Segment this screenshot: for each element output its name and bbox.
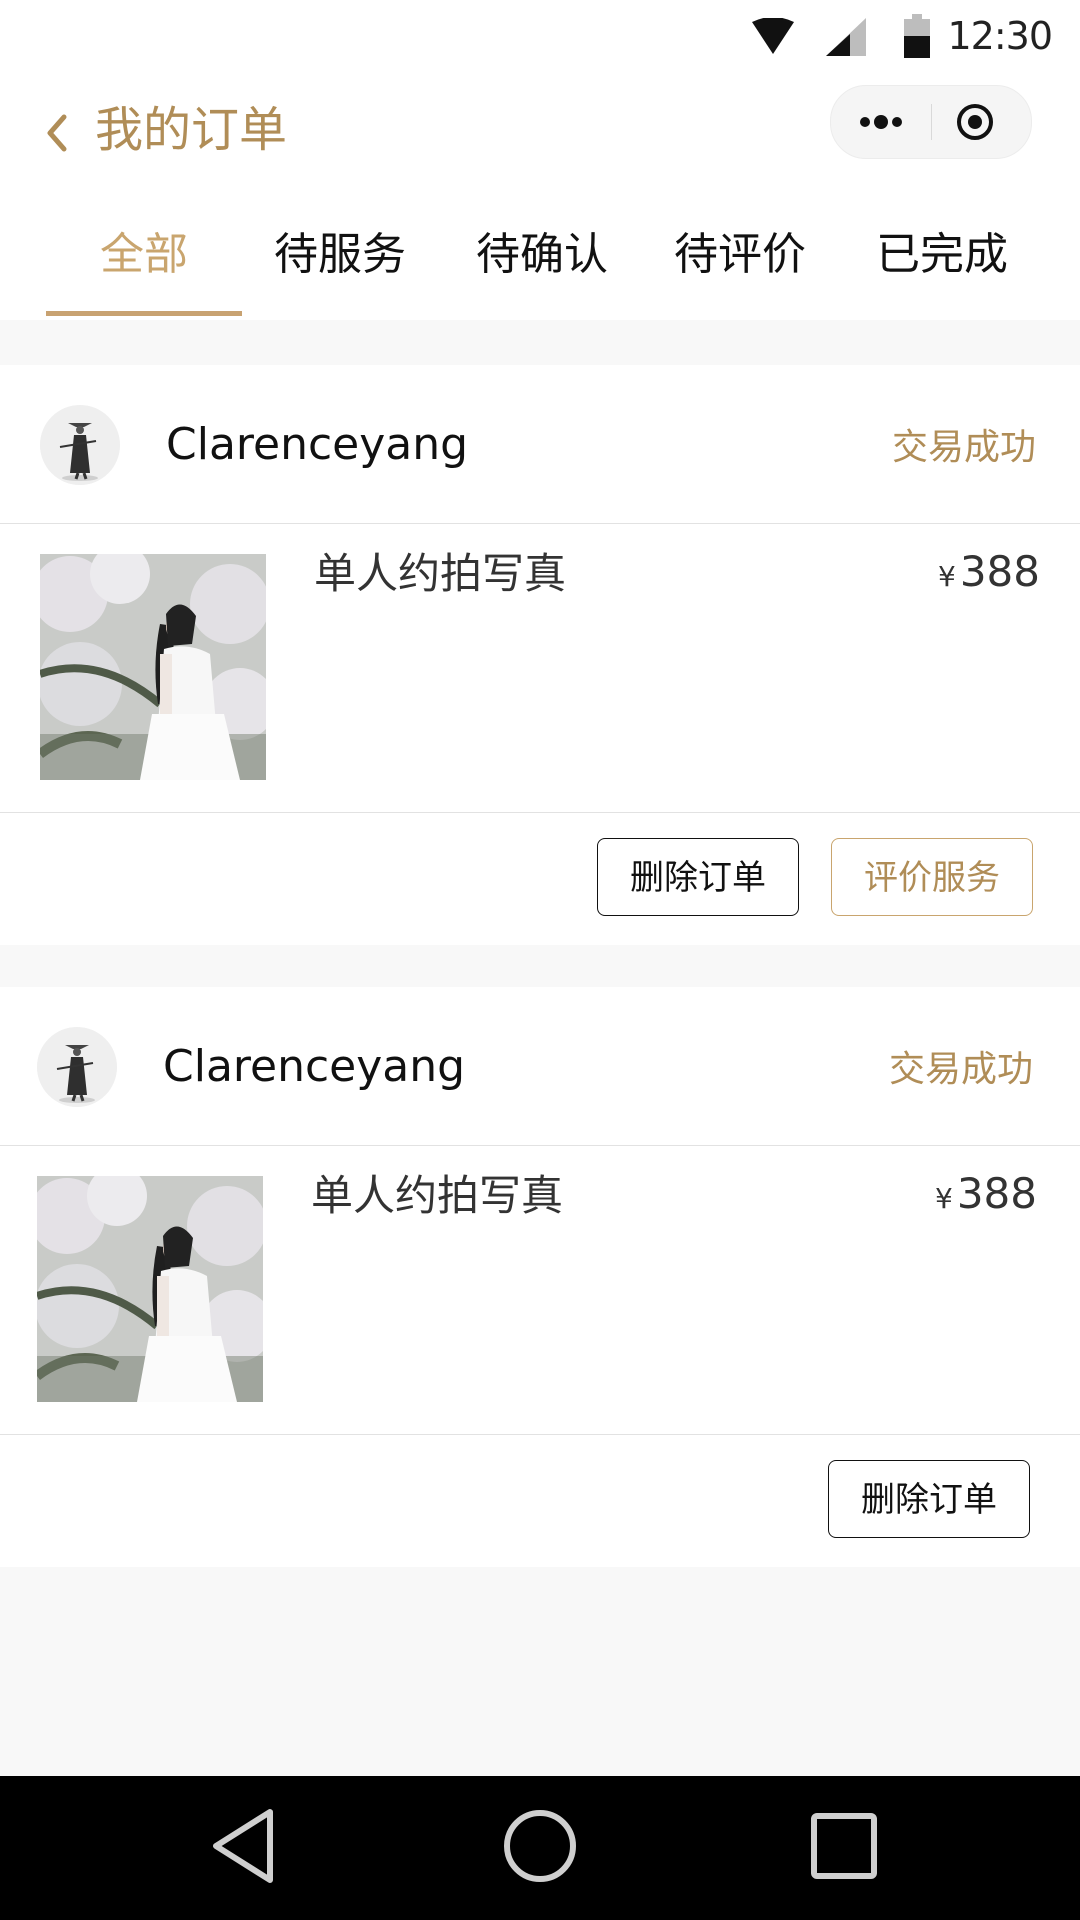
price-value: 388 [956,1169,1037,1218]
product-thumbnail [37,1176,263,1402]
tab-completed[interactable]: 已完成 [850,185,1034,320]
portrait-photo-icon [40,554,266,780]
product-thumbnail [40,554,266,780]
order-card-actions: 删除订单 [0,1435,1080,1567]
review-service-button[interactable]: 评价服务 [831,838,1033,916]
currency-symbol: ¥ [938,560,956,593]
product-name: 单人约拍写真 [311,1171,564,1220]
status-bar: 12:30 [0,0,1080,75]
nav-bar: 我的订单 [0,75,1080,185]
battery-icon [904,14,930,58]
capsule-divider [931,104,932,140]
screen: 12:30 我的订单 全部 待服务 待确认 待评价 已完成 Clarenceya… [0,0,1080,1920]
android-nav-bar [0,1776,1080,1920]
recents-square-icon[interactable] [808,1806,880,1886]
tab-all[interactable]: 全部 [46,185,242,320]
order-card-body[interactable]: 单人约拍写真 ¥388 [0,524,1080,813]
order-card: Clarenceyang 交易成功 [0,365,1080,945]
more-dots-icon[interactable] [853,104,909,140]
order-status: 交易成功 [891,427,1036,468]
order-card-header: Clarenceyang 交易成功 [0,365,1080,524]
order-status: 交易成功 [888,1049,1033,1090]
delete-order-button[interactable]: 删除订单 [597,838,799,916]
back-triangle-icon[interactable] [208,1806,278,1886]
order-card-actions: 删除订单 评价服务 [0,813,1080,945]
order-tabs: 全部 待服务 待确认 待评价 已完成 [0,185,1080,320]
order-card: Clarenceyang 交易成功 [0,987,1080,1567]
swordsman-avatar-icon [37,1027,117,1107]
home-circle-icon[interactable] [502,1806,578,1886]
product-name: 单人约拍写真 [314,549,567,598]
order-card-header: Clarenceyang 交易成功 [0,987,1080,1146]
page-title: 我的订单 [95,102,288,158]
order-card-body[interactable]: 单人约拍写真 ¥388 [0,1146,1080,1435]
status-time: 12:30 [947,14,1053,58]
currency-symbol: ¥ [935,1182,953,1215]
avatar[interactable] [37,1027,117,1107]
username: Clarenceyang [166,419,469,470]
mini-program-capsule [830,85,1032,159]
tab-pending-review[interactable]: 待评价 [650,185,830,320]
product-price: ¥388 [938,544,1040,609]
tab-pending-confirm[interactable]: 待确认 [450,185,634,320]
tab-pending-service[interactable]: 待服务 [250,185,430,320]
product-price: ¥388 [935,1166,1037,1231]
tab-active-indicator [46,311,242,316]
delete-order-button[interactable]: 删除订单 [828,1460,1030,1538]
price-value: 388 [959,547,1040,596]
cellular-signal-icon [826,18,866,56]
chevron-left-icon[interactable] [40,111,72,155]
avatar[interactable] [40,405,120,485]
target-icon[interactable] [955,102,995,142]
swordsman-avatar-icon [40,405,120,485]
portrait-photo-icon [37,1176,263,1402]
username: Clarenceyang [163,1041,466,1092]
wifi-icon [752,18,794,54]
